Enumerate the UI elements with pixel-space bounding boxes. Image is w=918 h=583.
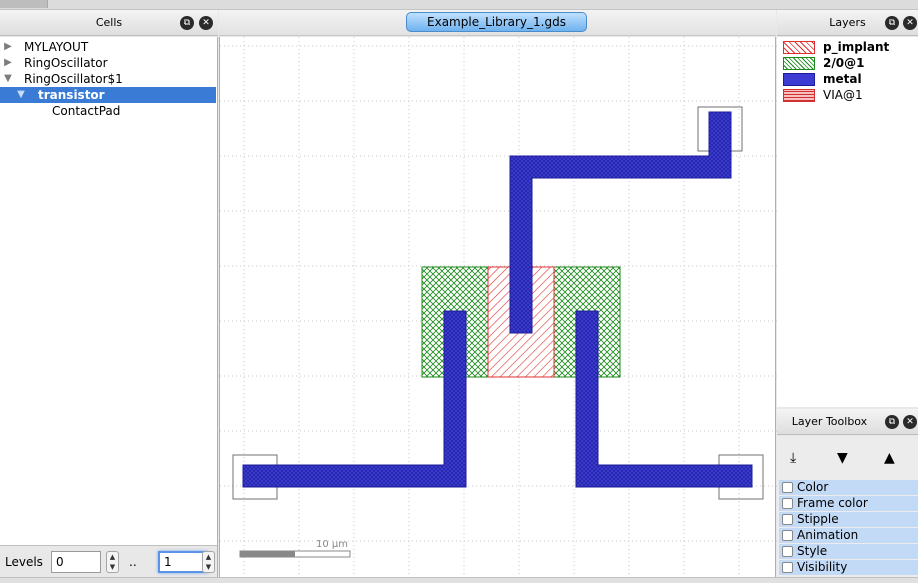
window-top-strip <box>0 0 918 10</box>
collapse-arrow-icon[interactable]: ▼ <box>3 71 13 87</box>
canvas-header: Example_Library_1.gds <box>219 10 776 36</box>
file-tab[interactable]: Example_Library_1.gds <box>406 12 587 32</box>
layer-name: p_implant <box>823 40 890 54</box>
layer-name: 2/0@1 <box>823 56 865 70</box>
checkbox[interactable] <box>782 482 793 493</box>
cells-tree[interactable]: ▶ MYLAYOUT ▶ RingOscillator ▼ RingOscill… <box>0 37 218 545</box>
checkbox[interactable] <box>782 514 793 525</box>
float-icon[interactable]: ⧉ <box>885 415 899 429</box>
property-label: Color <box>797 480 829 494</box>
grid-swatch-icon <box>783 89 815 102</box>
cells-panel-title: Cells <box>95 16 123 29</box>
layer-toolbox-header: Layer Toolbox ⧉ ✕ <box>777 409 918 435</box>
level-range-separator: .. <box>129 555 137 569</box>
property-label: Animation <box>797 528 859 542</box>
float-icon[interactable]: ⧉ <box>885 16 899 30</box>
property-label: Stipple <box>797 512 839 526</box>
toolbox-style[interactable]: Style <box>779 544 918 559</box>
layers-list[interactable]: p_implant 2/0@1 metal VIA@1 <box>777 37 918 407</box>
toolbox-animation[interactable]: Animation <box>779 528 918 543</box>
close-icon[interactable]: ✕ <box>199 16 213 30</box>
level-to-stepper[interactable]: ▲ ▼ <box>202 551 215 573</box>
tree-item-label: transistor <box>38 88 105 102</box>
layer-row-2-0[interactable]: 2/0@1 <box>783 56 916 71</box>
layout-canvas[interactable]: 10 µm <box>219 37 777 577</box>
toolbox-color[interactable]: Color <box>779 480 918 495</box>
layer-row-via[interactable]: VIA@1 <box>783 88 916 103</box>
property-label: Style <box>797 544 828 558</box>
layer-toolbox-title: Layer Toolbox <box>791 415 868 428</box>
level-from-input[interactable]: 0 <box>51 551 101 573</box>
window-tab[interactable] <box>0 0 48 8</box>
expand-arrow-icon[interactable]: ▶ <box>3 55 13 71</box>
solid-swatch-icon <box>783 73 815 86</box>
toolbox-frame-color[interactable]: Frame color <box>779 496 918 511</box>
toolbox-visibility[interactable]: Visibility <box>779 560 918 575</box>
checkbox[interactable] <box>782 562 793 573</box>
move-to-bottom-icon[interactable]: ⤓ <box>790 450 796 466</box>
toolbox-stipple[interactable]: Stipple <box>779 512 918 527</box>
float-icon[interactable]: ⧉ <box>180 16 194 30</box>
tree-item-contactpad[interactable]: ContactPad <box>0 103 216 119</box>
checkbox[interactable] <box>782 498 793 509</box>
expand-arrow-icon[interactable]: ▶ <box>3 39 13 55</box>
status-bar <box>0 577 918 583</box>
property-label: Frame color <box>797 496 868 510</box>
cells-panel-header: Cells ⧉ ✕ <box>0 10 218 36</box>
tree-item-ringoscillator[interactable]: ▶ RingOscillator <box>0 55 216 71</box>
close-icon[interactable]: ✕ <box>903 415 917 429</box>
close-icon[interactable]: ✕ <box>903 16 917 30</box>
checkbox[interactable] <box>782 530 793 541</box>
property-label: Visibility <box>797 560 848 574</box>
move-up-icon[interactable]: ▲ <box>884 450 895 466</box>
layers-panel-header: Layers ⧉ ✕ <box>777 10 918 36</box>
crosshatch-swatch-icon <box>783 57 815 70</box>
levels-bar: Levels 0 ▲ ▼ .. 1 ▲ ▼ <box>0 545 218 577</box>
layer-toolbox: ⤓ ▼ ▲ Color Frame color Stipple Animatio… <box>777 436 918 577</box>
checkbox[interactable] <box>782 546 793 557</box>
tree-item-ringoscillator-1[interactable]: ▼ RingOscillator$1 <box>0 71 216 87</box>
layer-name: metal <box>823 72 862 86</box>
layout-drawing[interactable]: 10 µm <box>220 37 777 577</box>
scale-bar-label: 10 µm <box>316 539 348 550</box>
level-from-stepper[interactable]: ▲ ▼ <box>106 551 119 573</box>
layer-row-metal[interactable]: metal <box>783 72 916 87</box>
tree-item-mylayout[interactable]: ▶ MYLAYOUT <box>0 39 216 55</box>
levels-label: Levels <box>5 555 43 569</box>
layer-name: VIA@1 <box>823 88 863 102</box>
layer-row-p-implant[interactable]: p_implant <box>783 40 916 55</box>
move-down-icon[interactable]: ▼ <box>837 450 848 466</box>
scale-bar <box>239 550 351 558</box>
tree-item-label: MYLAYOUT <box>24 40 89 54</box>
layers-panel-title: Layers <box>829 16 866 29</box>
tree-item-transistor[interactable]: ▼ transistor <box>0 87 216 103</box>
tree-item-label: RingOscillator$1 <box>24 72 123 86</box>
tree-item-label: ContactPad <box>52 104 121 118</box>
collapse-arrow-icon[interactable]: ▼ <box>16 87 26 103</box>
hatch-swatch-icon <box>783 41 815 54</box>
level-to-input[interactable]: 1 <box>158 551 208 573</box>
tree-item-label: RingOscillator <box>24 56 108 70</box>
